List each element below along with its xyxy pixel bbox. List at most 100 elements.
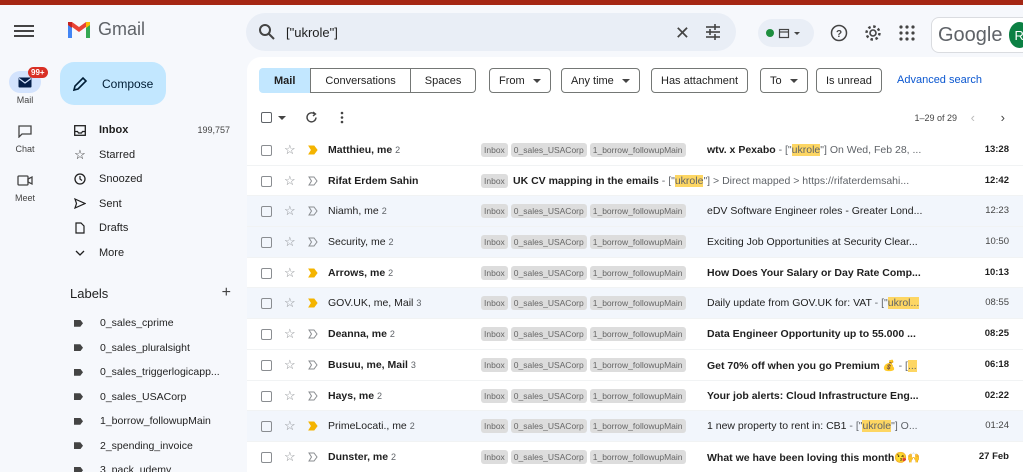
label-item[interactable]: 3_pack_udemy <box>60 458 240 472</box>
row-checkbox[interactable] <box>261 175 272 187</box>
table-row[interactable]: ☆ Hays, me 2 Inbox 0_sales_USACorp 1_borro… <box>247 381 1023 412</box>
sidebar-item-drafts[interactable]: Drafts <box>60 216 240 241</box>
row-checkbox[interactable] <box>261 451 272 463</box>
importance-marker-icon[interactable] <box>308 237 318 247</box>
avatar[interactable]: R <box>1008 22 1023 48</box>
email-label-chip[interactable]: 1_borrow_followupMain <box>589 388 686 403</box>
email-label-chip[interactable]: 0_sales_USACorp <box>510 357 587 372</box>
importance-marker-icon[interactable] <box>308 360 318 370</box>
sidebar-item-starred[interactable]: ☆ Starred <box>60 143 240 168</box>
search-input[interactable] <box>286 24 656 40</box>
google-account-button[interactable]: Google R <box>931 17 1023 53</box>
importance-marker-icon[interactable] <box>308 268 318 278</box>
rail-item-mail[interactable]: 99+ Mail <box>0 67 50 105</box>
email-label-chip[interactable]: Inbox <box>481 327 508 342</box>
add-label-icon[interactable]: + <box>222 284 231 302</box>
importance-marker-icon[interactable] <box>308 176 318 186</box>
star-icon[interactable]: ☆ <box>284 234 296 250</box>
filter-from[interactable]: From <box>489 68 551 93</box>
tab-spaces[interactable]: Spaces <box>410 68 477 93</box>
filter-unread[interactable]: Is unread <box>816 68 882 93</box>
search-icon[interactable] <box>258 23 276 41</box>
email-label-chip[interactable]: 1_borrow_followupMain <box>589 204 686 219</box>
sidebar-item-more[interactable]: More <box>60 241 240 266</box>
select-menu-chevron-icon[interactable] <box>278 116 286 120</box>
email-label-chip[interactable]: 1_borrow_followupMain <box>589 143 686 157</box>
filter-attachment[interactable]: Has attachment <box>651 68 749 93</box>
label-item[interactable]: 0_sales_pluralsight <box>60 336 240 361</box>
star-icon[interactable]: ☆ <box>284 265 296 281</box>
email-label-chip[interactable]: Inbox <box>481 296 508 311</box>
table-row[interactable]: ☆ Arrows, me 2 Inbox 0_sales_USACorp 1_bor… <box>247 258 1023 289</box>
email-label-chip[interactable]: 1_borrow_followupMain <box>589 419 686 434</box>
email-label-chip[interactable]: 0_sales_USACorp <box>510 204 587 219</box>
email-label-chip[interactable]: 1_borrow_followupMain <box>589 449 686 464</box>
advanced-search-link[interactable]: Advanced search <box>897 74 982 86</box>
search-bar[interactable]: ✕ <box>246 13 736 51</box>
importance-marker-icon[interactable] <box>308 298 318 308</box>
status-selector[interactable] <box>758 19 814 47</box>
email-label-chip[interactable]: Inbox <box>481 265 508 280</box>
star-icon[interactable]: ☆ <box>284 203 296 219</box>
sidebar-item-inbox[interactable]: Inbox 199,757 <box>60 118 240 143</box>
importance-marker-icon[interactable] <box>308 145 318 155</box>
table-row[interactable]: ☆ Niamh, me 2 Inbox 0_sales_USACorp 1_borr… <box>247 196 1023 228</box>
apps-grid-icon[interactable] <box>898 24 916 42</box>
settings-gear-icon[interactable] <box>864 24 882 42</box>
email-label-chip[interactable]: 0_sales_USACorp <box>510 449 587 464</box>
refresh-icon[interactable] <box>305 111 318 124</box>
row-checkbox[interactable] <box>261 267 272 279</box>
star-icon[interactable]: ☆ <box>284 173 296 189</box>
email-label-chip[interactable]: 1_borrow_followupMain <box>589 327 686 342</box>
star-icon[interactable]: ☆ <box>284 449 296 465</box>
row-checkbox[interactable] <box>261 298 272 310</box>
email-label-chip[interactable]: 1_borrow_followupMain <box>589 235 686 250</box>
label-item[interactable]: 0_sales_triggerlogicapp... <box>60 360 240 385</box>
email-label-chip[interactable]: 0_sales_USACorp <box>510 265 587 280</box>
tab-conversations[interactable]: Conversations <box>310 68 411 93</box>
star-icon[interactable]: ☆ <box>284 388 296 404</box>
more-vertical-icon[interactable] <box>340 111 344 124</box>
star-icon[interactable]: ☆ <box>284 418 296 434</box>
row-checkbox[interactable] <box>261 237 272 249</box>
table-row[interactable]: ☆ Matthieu, me 2 Inbox 0_sales_USACorp 1_b… <box>247 135 1023 166</box>
clear-search-icon[interactable]: ✕ <box>675 23 690 44</box>
search-options-icon[interactable] <box>704 23 722 41</box>
table-row[interactable]: ☆ Dunster, me 2 Inbox 0_sales_USACorp 1_bo… <box>247 442 1023 472</box>
label-item[interactable]: 2_spending_invoice <box>60 434 240 459</box>
email-label-chip[interactable]: Inbox <box>481 204 508 219</box>
importance-marker-icon[interactable] <box>308 206 318 216</box>
compose-button[interactable]: Compose <box>60 62 166 105</box>
label-item[interactable]: 1_borrow_followupMain <box>60 409 240 434</box>
row-checkbox[interactable] <box>261 421 272 433</box>
email-label-chip[interactable]: Inbox <box>481 419 508 434</box>
email-label-chip[interactable]: 0_sales_USACorp <box>510 143 587 157</box>
label-item[interactable]: 0_sales_USACorp <box>60 385 240 410</box>
filter-to[interactable]: To <box>760 68 808 93</box>
row-checkbox[interactable] <box>261 359 272 371</box>
email-label-chip[interactable]: Inbox <box>481 357 508 372</box>
email-label-chip[interactable]: Inbox <box>481 173 508 188</box>
sidebar-item-sent[interactable]: Sent <box>60 192 240 217</box>
importance-marker-icon[interactable] <box>308 452 318 462</box>
table-row[interactable]: ☆ Busuu, me, Mail 3 Inbox 0_sales_USACorp… <box>247 350 1023 381</box>
table-row[interactable]: ☆ Security, me 2 Inbox 0_sales_USACorp 1_b… <box>247 227 1023 258</box>
select-all-checkbox[interactable] <box>261 112 272 123</box>
email-label-chip[interactable]: Inbox <box>481 235 508 250</box>
filter-time[interactable]: Any time <box>561 68 640 93</box>
table-row[interactable]: ☆ GOV.UK, me, Mail 3 Inbox 0_sales_USACor… <box>247 288 1023 320</box>
sidebar-item-snoozed[interactable]: Snoozed <box>60 167 240 192</box>
rail-item-meet[interactable]: Meet <box>0 169 50 203</box>
tab-mail[interactable]: Mail <box>259 68 311 93</box>
email-label-chip[interactable]: 0_sales_USACorp <box>510 419 587 434</box>
row-checkbox[interactable] <box>261 329 272 341</box>
email-label-chip[interactable]: 0_sales_USACorp <box>510 296 587 311</box>
table-row[interactable]: ☆ Rifat Erdem Sahin Inbox UK CV mapping … <box>247 166 1023 197</box>
email-label-chip[interactable]: Inbox <box>481 143 508 157</box>
star-icon[interactable]: ☆ <box>284 326 296 342</box>
row-checkbox[interactable] <box>261 390 272 402</box>
email-label-chip[interactable]: 0_sales_USACorp <box>510 235 587 250</box>
prev-page-icon[interactable]: ‹ <box>971 110 975 125</box>
next-page-icon[interactable]: › <box>1001 110 1005 125</box>
star-icon[interactable]: ☆ <box>284 295 296 311</box>
